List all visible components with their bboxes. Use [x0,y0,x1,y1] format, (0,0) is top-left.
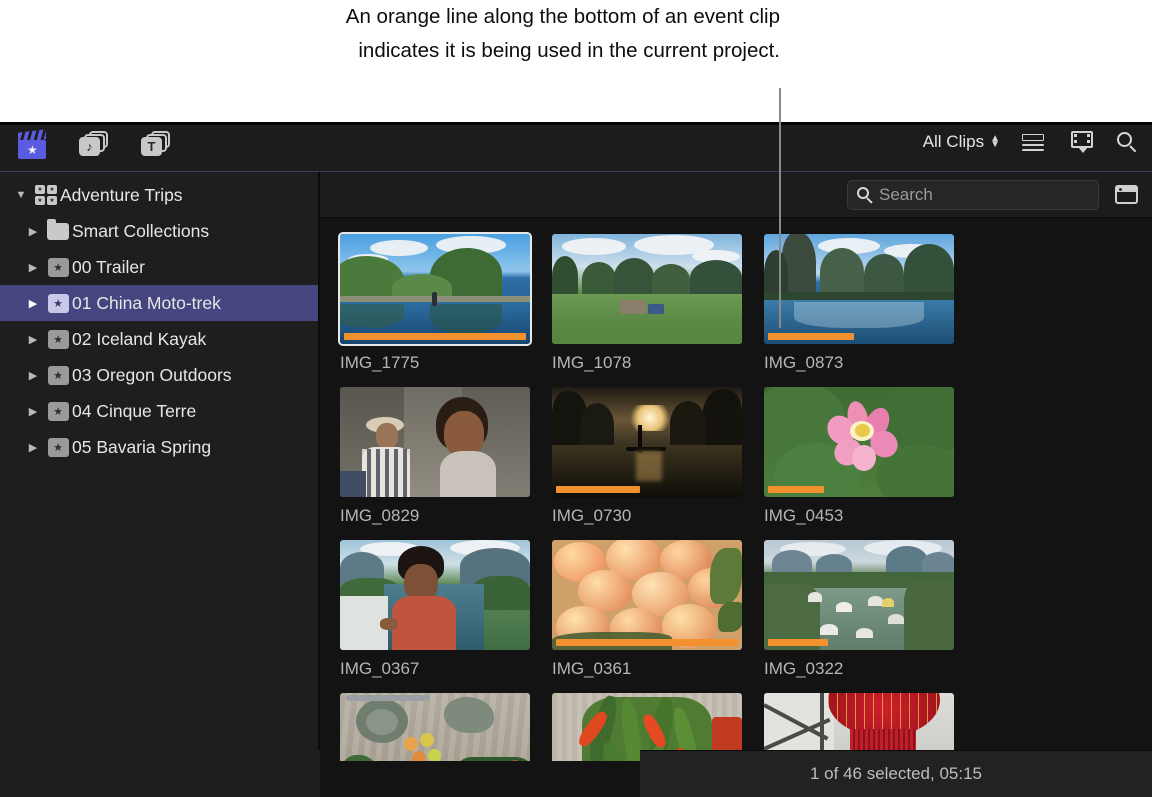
callout-annotation: An orange line along the bottom of an ev… [0,0,1152,122]
sidebar-item-smart-collections[interactable]: ▶ Smart Collections [0,213,318,249]
project-usage-bar [556,639,738,646]
clip-item[interactable]: IMG_0361 [552,540,742,679]
browser-header: Search [320,172,1152,218]
clip-label: IMG_0361 [552,659,632,678]
search-icon[interactable] [1116,131,1138,153]
clip-row: IMG_0367 IMG_0361 IMG_0322 [340,540,1152,679]
clip-item[interactable]: IMG_0322 [764,540,954,679]
clip-label: IMG_0453 [764,506,844,525]
search-icon [856,186,874,204]
event-icon: ★ [44,437,72,457]
clip-grid: IMG_1775 IMG_1078 IMG_0873 IMG_0829 IMG_… [320,218,1152,761]
sidebar-item-label: Adventure Trips [60,184,183,205]
clip-item[interactable]: IMG_1078 [552,234,742,373]
clip-thumbnail[interactable] [552,540,742,650]
project-usage-bar [768,486,824,493]
disclosure-triangle-open-icon[interactable]: ▼ [10,189,32,201]
callout-text: An orange line along the bottom of an ev… [345,5,780,62]
chevron-up-down-icon: ▲ ▼ [990,133,1000,150]
clip-item[interactable]: IMG_0873 [764,234,954,373]
clip-thumbnail[interactable] [340,540,530,650]
clip-item[interactable] [340,693,530,761]
sidebar-item-01-china-moto-trek[interactable]: ▶ ★ 01 China Moto-trek [0,285,318,321]
clip-item[interactable]: IMG_0453 [764,387,954,526]
sidebar-item-label: 00 Trailer [72,256,145,277]
project-usage-bar [768,333,854,340]
clip-thumbnail[interactable] [340,693,530,761]
clip-thumbnail[interactable] [764,234,954,344]
event-browser: Search IMG_1775 IMG_1078 IMG_0873 IMG_08… [320,172,1152,797]
event-icon: ★ [44,365,72,385]
project-usage-bar [768,639,828,646]
clip-row: IMG_1775 IMG_1078 IMG_0873 [338,232,1152,373]
sidebar-item-label: Smart Collections [72,220,210,241]
event-icon: ★ [44,401,72,421]
clip-thumbnail[interactable] [338,232,532,346]
clip-item[interactable]: IMG_0367 [340,540,530,679]
sidebar-item-05-bavaria-spring[interactable]: ▶ ★ 05 Bavaria Spring [0,429,318,465]
event-icon: ★ [44,257,72,277]
event-icon: ★ [44,293,72,313]
disclosure-triangle-icon[interactable]: ▶ [22,297,44,310]
clip-label: IMG_0730 [552,506,632,525]
list-view-icon[interactable] [1022,132,1048,152]
sidebar-item-02-iceland-kayak[interactable]: ▶ ★ 02 Iceland Kayak [0,321,318,357]
clip-appearance-icon[interactable] [1115,185,1138,204]
clip-label: IMG_0322 [764,659,844,678]
sidebar-item-03-oregon-outdoors[interactable]: ▶ ★ 03 Oregon Outdoors [0,357,318,393]
search-placeholder: Search [879,184,933,204]
clip-label: IMG_0829 [340,506,420,525]
clip-thumbnail[interactable] [552,234,742,344]
callout-leader-line [779,88,781,328]
project-usage-bar [556,486,640,493]
event-icon: ★ [44,329,72,349]
clip-label: IMG_0873 [764,353,844,372]
search-input[interactable]: Search [847,179,1099,210]
libraries-icon[interactable]: ★ [16,129,50,161]
final-cut-pro-window: ★ ♪ T All Clips ▲ ▼ ▼ ★ ★ ★ ★ Adventure … [0,122,1152,797]
clip-label: IMG_1775 [340,353,420,372]
sidebar-footer [0,750,320,797]
filmstrip-view-icon[interactable] [1070,131,1094,153]
disclosure-triangle-icon[interactable]: ▶ [22,369,44,382]
clip-item[interactable]: IMG_0829 [340,387,530,526]
folder-icon [44,218,72,240]
clip-label: IMG_0367 [340,659,420,678]
sidebar-item-04-cinque-terre[interactable]: ▶ ★ 04 Cinque Terre [0,393,318,429]
disclosure-triangle-icon[interactable]: ▶ [22,405,44,418]
photos-audio-icon[interactable]: ♪ [78,130,112,160]
sidebar-item-label: 03 Oregon Outdoors [72,364,232,385]
clip-thumbnail[interactable] [340,387,530,497]
browser-toolbar: ★ ♪ T All Clips ▲ ▼ [0,125,1152,172]
sidebar-item-label: 01 China Moto-trek [72,292,221,313]
library-icon: ★ ★ ★ ★ [32,185,60,205]
clip-row: IMG_0829 IMG_0730 IMG_0453 [340,387,1152,526]
titles-generators-icon[interactable]: T [140,130,174,160]
clip-label: IMG_1078 [552,353,632,372]
sidebar-item-label: 04 Cinque Terre [72,400,197,421]
disclosure-triangle-icon[interactable]: ▶ [22,225,44,238]
clip-item[interactable]: IMG_0730 [552,387,742,526]
clip-thumbnail[interactable] [552,387,742,497]
clip-item[interactable]: IMG_1775 [338,232,532,373]
status-bar: 1 of 46 selected, 05:15 [640,750,1152,797]
libraries-sidebar: ▼ ★ ★ ★ ★ Adventure Trips ▶ Smart Collectio… [0,172,320,797]
clip-thumbnail[interactable] [764,387,954,497]
clip-filter-label: All Clips [922,132,985,151]
clip-thumbnail[interactable] [764,540,954,650]
status-text: 1 of 46 selected, 05:15 [809,764,983,783]
disclosure-triangle-icon[interactable]: ▶ [22,441,44,454]
project-usage-bar [344,333,526,340]
clip-filter-popup[interactable]: All Clips ▲ ▼ [923,132,1000,152]
sidebar-item-label: 05 Bavaria Spring [72,436,212,457]
disclosure-triangle-icon[interactable]: ▶ [22,261,44,274]
sidebar-item-00-trailer[interactable]: ▶ ★ 00 Trailer [0,249,318,285]
disclosure-triangle-icon[interactable]: ▶ [22,333,44,346]
sidebar-item-label: 02 Iceland Kayak [72,328,207,349]
sidebar-item-adventure-trips[interactable]: ▼ ★ ★ ★ ★ Adventure Trips [0,177,318,213]
